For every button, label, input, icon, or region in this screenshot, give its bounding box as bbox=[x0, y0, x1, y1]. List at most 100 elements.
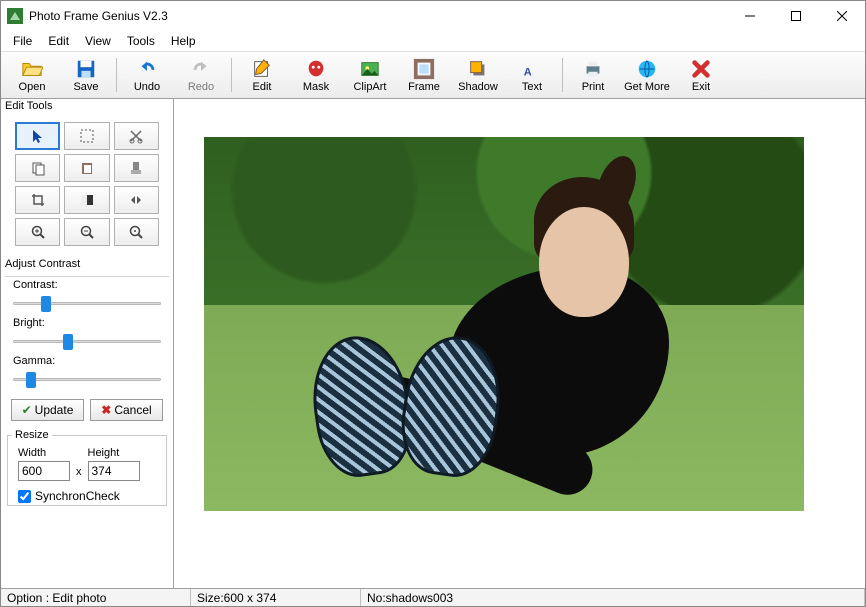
floppy-icon bbox=[75, 58, 97, 80]
app-icon bbox=[7, 8, 23, 24]
text-button[interactable]: A Text bbox=[505, 53, 559, 97]
open-label: Open bbox=[19, 81, 46, 93]
bright-slider[interactable] bbox=[13, 331, 161, 351]
getmore-label: Get More bbox=[624, 81, 670, 93]
shadow-icon bbox=[467, 58, 489, 80]
redo-icon bbox=[190, 58, 212, 80]
undo-button[interactable]: Undo bbox=[120, 53, 174, 97]
exit-label: Exit bbox=[692, 81, 710, 93]
status-size: Size:600 x 374 bbox=[191, 589, 361, 606]
height-input[interactable] bbox=[88, 461, 140, 481]
levels-tool[interactable] bbox=[64, 186, 109, 214]
mask-button[interactable]: Mask bbox=[289, 53, 343, 97]
zoom-fit-tool[interactable] bbox=[114, 218, 159, 246]
synchron-checkbox[interactable] bbox=[18, 490, 31, 503]
mask-icon bbox=[305, 58, 327, 80]
print-button[interactable]: Print bbox=[566, 53, 620, 97]
stamp-tool[interactable] bbox=[114, 154, 159, 182]
cancel-label: Cancel bbox=[114, 403, 151, 417]
frame-icon bbox=[413, 58, 435, 80]
width-label: Width bbox=[18, 447, 70, 459]
frame-button[interactable]: Frame bbox=[397, 53, 451, 97]
synchron-label: SynchronCheck bbox=[35, 489, 120, 503]
undo-icon bbox=[136, 58, 158, 80]
svg-text:A: A bbox=[524, 66, 532, 78]
print-label: Print bbox=[582, 81, 605, 93]
crop-tool[interactable] bbox=[15, 186, 60, 214]
frame-label: Frame bbox=[408, 81, 440, 93]
exit-button[interactable]: Exit bbox=[674, 53, 728, 97]
text-label: Text bbox=[522, 81, 542, 93]
cut-tool[interactable] bbox=[114, 122, 159, 150]
redo-button[interactable]: Redo bbox=[174, 53, 228, 97]
status-no: No:shadows003 bbox=[361, 589, 865, 606]
width-input[interactable] bbox=[18, 461, 70, 481]
shadow-button[interactable]: Shadow bbox=[451, 53, 505, 97]
clipart-label: ClipArt bbox=[353, 81, 386, 93]
toolbar: Open Save Undo Redo Edit Mask ClipArt Fr… bbox=[1, 51, 865, 99]
menu-help[interactable]: Help bbox=[163, 33, 204, 49]
zoom-out-tool[interactable] bbox=[64, 218, 109, 246]
open-button[interactable]: Open bbox=[5, 53, 59, 97]
separator bbox=[5, 276, 169, 277]
folder-open-icon bbox=[21, 58, 43, 80]
menubar: File Edit View Tools Help bbox=[1, 31, 865, 51]
x-icon: ✖ bbox=[101, 403, 111, 417]
paste-tool[interactable] bbox=[64, 154, 109, 182]
menu-view[interactable]: View bbox=[77, 33, 119, 49]
x-separator: x bbox=[76, 466, 82, 481]
sidebar: Edit Tools Adjust Contrast Contrast: Bri… bbox=[1, 99, 174, 588]
height-label: Height bbox=[88, 447, 140, 459]
getmore-button[interactable]: Get More bbox=[620, 53, 674, 97]
clipart-button[interactable]: ClipArt bbox=[343, 53, 397, 97]
edit-button[interactable]: Edit bbox=[235, 53, 289, 97]
bright-label: Bright: bbox=[13, 317, 161, 329]
resize-title: Resize bbox=[12, 429, 52, 441]
redo-label: Redo bbox=[188, 81, 214, 93]
zoom-in-tool[interactable] bbox=[15, 218, 60, 246]
statusbar: Option : Edit photo Size:600 x 374 No:sh… bbox=[1, 588, 865, 606]
titlebar: Photo Frame Genius V2.3 bbox=[1, 1, 865, 31]
window-title: Photo Frame Genius V2.3 bbox=[29, 9, 727, 23]
tool-grid bbox=[1, 116, 173, 256]
menu-edit[interactable]: Edit bbox=[40, 33, 77, 49]
resize-panel: Resize Width x Height SynchronCheck bbox=[7, 429, 167, 506]
menu-tools[interactable]: Tools bbox=[119, 33, 163, 49]
shadow-label: Shadow bbox=[458, 81, 498, 93]
save-button[interactable]: Save bbox=[59, 53, 113, 97]
undo-label: Undo bbox=[134, 81, 160, 93]
edit-tools-title: Edit Tools bbox=[1, 99, 173, 116]
minimize-button[interactable] bbox=[727, 1, 773, 31]
separator bbox=[562, 58, 563, 92]
separator bbox=[231, 58, 232, 92]
menu-file[interactable]: File bbox=[5, 33, 40, 49]
exit-icon bbox=[690, 58, 712, 80]
flip-tool[interactable] bbox=[114, 186, 159, 214]
update-button[interactable]: ✔Update bbox=[11, 399, 84, 421]
status-option: Option : Edit photo bbox=[1, 589, 191, 606]
maximize-button[interactable] bbox=[773, 1, 819, 31]
text-icon: A bbox=[521, 58, 543, 80]
edit-icon bbox=[251, 58, 273, 80]
separator bbox=[116, 58, 117, 92]
marquee-tool[interactable] bbox=[64, 122, 109, 150]
update-label: Update bbox=[35, 403, 74, 417]
save-label: Save bbox=[73, 81, 98, 93]
canvas[interactable] bbox=[174, 99, 865, 588]
gamma-slider[interactable] bbox=[13, 369, 161, 389]
contrast-slider[interactable] bbox=[13, 293, 161, 313]
gamma-label: Gamma: bbox=[13, 355, 161, 367]
printer-icon bbox=[582, 58, 604, 80]
mask-label: Mask bbox=[303, 81, 329, 93]
contrast-label: Contrast: bbox=[13, 279, 161, 291]
check-icon: ✔ bbox=[22, 403, 32, 417]
clipart-icon bbox=[359, 58, 381, 80]
globe-icon bbox=[636, 58, 658, 80]
cancel-button[interactable]: ✖Cancel bbox=[90, 399, 163, 421]
pointer-tool[interactable] bbox=[15, 122, 60, 150]
close-button[interactable] bbox=[819, 1, 865, 31]
edit-label: Edit bbox=[253, 81, 272, 93]
copy-tool[interactable] bbox=[15, 154, 60, 182]
workarea: Edit Tools Adjust Contrast Contrast: Bri… bbox=[1, 99, 865, 588]
adjust-contrast-title: Adjust Contrast bbox=[1, 256, 173, 274]
